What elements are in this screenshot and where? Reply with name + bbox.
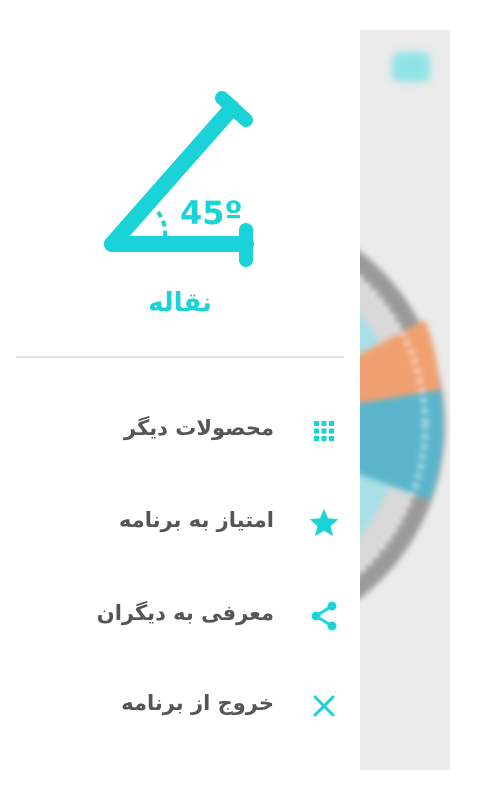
protractor-angle-icon: 45º: [104, 91, 254, 267]
menu-item-other-products[interactable]: محصولات دیگر: [0, 402, 360, 460]
menu-item-exit[interactable]: خروج از برنامه: [0, 677, 360, 735]
menu-item-label: محصولات دیگر: [124, 416, 274, 440]
app-name: نقاله: [148, 288, 212, 318]
menu-icon[interactable]: [392, 52, 430, 82]
menu-item-label: معرفی به دیگران: [96, 601, 274, 625]
divider: [16, 356, 344, 358]
close-icon: [313, 695, 335, 717]
star-icon: [309, 509, 339, 537]
share-icon: [311, 601, 337, 631]
navigation-drawer: 45º نقاله محصولات دیگر امتیاز به برنامه: [0, 0, 360, 800]
menu-item-share[interactable]: معرفی به دیگران: [0, 587, 360, 645]
protractor-dial: [360, 251, 445, 599]
menu-item-rate-app[interactable]: امتیاز به برنامه: [0, 494, 360, 552]
menu-item-label: امتیاز به برنامه: [118, 508, 274, 532]
grid-icon: [314, 421, 334, 441]
menu-item-label: خروج از برنامه: [121, 691, 274, 715]
angle-text: 45º: [180, 194, 243, 232]
background-app-panel: [360, 30, 450, 770]
